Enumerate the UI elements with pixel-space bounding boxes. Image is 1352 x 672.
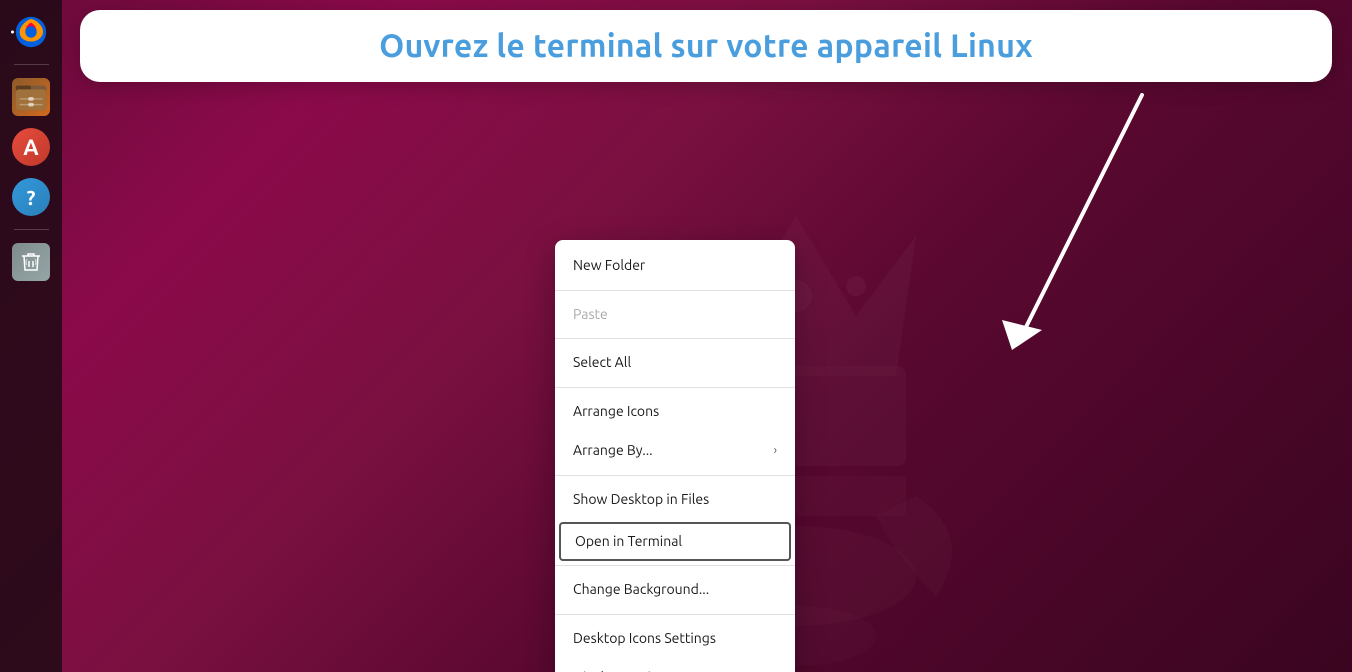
menu-item-display-settings[interactable]: Display Settings	[555, 658, 795, 672]
menu-item-arrange-icons[interactable]: Arrange Icons	[555, 392, 795, 432]
dock-item-help[interactable]: ?	[9, 175, 53, 219]
menu-separator-4	[555, 475, 795, 476]
menu-separator-3	[555, 387, 795, 388]
page-title: Ouvrez le terminal sur votre appareil Li…	[110, 28, 1302, 64]
files-icon	[12, 78, 50, 116]
trash-icon	[12, 243, 50, 281]
menu-item-open-in-terminal[interactable]: Open in Terminal	[559, 522, 791, 562]
dock-item-firefox[interactable]	[9, 10, 53, 54]
submenu-chevron: ›	[774, 443, 777, 460]
menu-item-change-background[interactable]: Change Background...	[555, 570, 795, 610]
dock-item-files[interactable]	[9, 75, 53, 119]
menu-separator-1	[555, 290, 795, 291]
title-tooltip: Ouvrez le terminal sur votre appareil Li…	[80, 10, 1332, 82]
menu-item-paste: Paste	[555, 295, 795, 335]
dock-separator-2	[14, 229, 49, 230]
menu-item-show-desktop-in-files[interactable]: Show Desktop in Files	[555, 480, 795, 520]
menu-separator-6	[555, 614, 795, 615]
menu-item-new-folder[interactable]: New Folder	[555, 246, 795, 286]
menu-item-desktop-icons-settings[interactable]: Desktop Icons Settings	[555, 619, 795, 659]
dock: A ?	[0, 0, 62, 672]
appstore-icon: A	[12, 128, 50, 166]
dock-item-appstore[interactable]: A	[9, 125, 53, 169]
arrow-indicator	[952, 85, 1152, 365]
desktop: A ? Ouvrez le terminal sur v	[0, 0, 1352, 672]
menu-item-select-all[interactable]: Select All	[555, 343, 795, 383]
context-menu: New Folder Paste Select All Arrange Icon…	[555, 240, 795, 672]
menu-separator-5	[555, 565, 795, 566]
help-icon: ?	[12, 178, 50, 216]
menu-separator-2	[555, 338, 795, 339]
dock-separator-1	[14, 64, 49, 65]
menu-item-arrange-by[interactable]: Arrange By... ›	[555, 431, 795, 471]
dock-item-trash[interactable]	[9, 240, 53, 284]
